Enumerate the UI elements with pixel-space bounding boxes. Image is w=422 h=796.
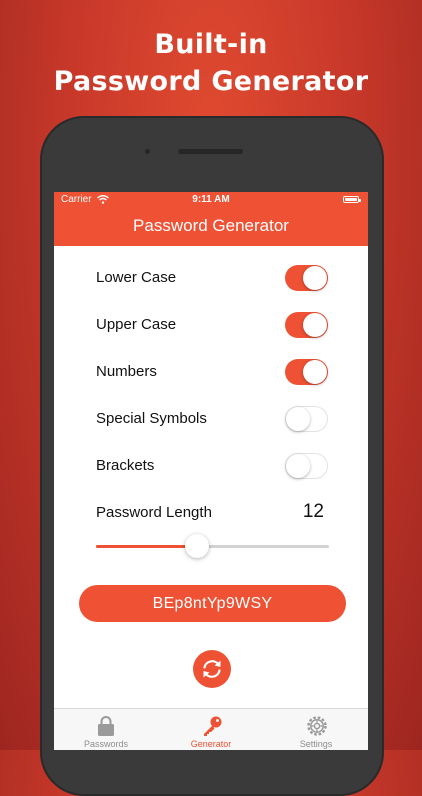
refresh-button[interactable] [193,650,231,688]
special-symbols-toggle[interactable] [285,406,328,432]
slider-thumb[interactable] [185,534,210,558]
toggle-knob [303,313,327,337]
tab-settings[interactable]: Settings [264,709,368,750]
lock-icon [98,716,114,736]
toggle-knob [286,454,310,478]
option-label: Numbers [96,363,157,380]
speaker-grille [178,149,243,154]
tab-label: Settings [299,739,333,749]
option-row-brackets: Brackets [96,451,328,481]
option-label: Brackets [96,457,155,474]
nav-title: Password Generator [133,216,289,235]
tab-label: Passwords [83,739,128,749]
password-length-value: 12 [302,501,324,522]
tab-generator[interactable]: Generator [159,709,263,750]
tab-passwords[interactable]: Passwords [54,709,158,750]
password-length-slider[interactable] [96,534,329,558]
option-row-special-symbols: Special Symbols [96,404,328,434]
brackets-toggle[interactable] [285,453,328,479]
password-length-row: Password Length 12 [96,498,328,528]
upper-case-toggle[interactable] [285,312,328,338]
option-row-lower-case: Lower Case [96,263,328,293]
generated-password: BEp8ntYp9WSY [152,595,273,612]
option-row-numbers: Numbers [96,357,328,387]
option-label: Upper Case [96,316,177,333]
option-label: Lower Case [96,269,177,286]
battery-icon [343,196,361,203]
headline-line-2: Password Generator [53,66,369,97]
headline-line-1: Built-in [154,29,268,60]
camera-icon [145,149,150,154]
promo-headline: Built-in Password Generator [0,26,422,100]
gear-icon [307,716,327,736]
toggle-knob [303,360,327,384]
slider-fill [96,545,198,548]
password-length-label: Password Length [96,504,212,521]
lower-case-toggle[interactable] [285,265,328,291]
status-time: 9:11 AM [192,194,230,205]
option-row-upper-case: Upper Case [96,310,328,340]
tab-bar: Passwords Generator Settings [54,708,368,750]
app-screen: Carrier 9:11 AM Password Generator Lower… [54,192,368,750]
tab-label: Generator [190,739,232,749]
refresh-icon [203,660,221,678]
toggle-knob [303,266,327,290]
generated-password-button[interactable]: BEp8ntYp9WSY [79,585,346,622]
status-bar: Carrier 9:11 AM [54,192,368,208]
option-label: Special Symbols [96,410,207,427]
toggle-knob [286,407,310,431]
nav-bar: Password Generator [54,208,368,246]
numbers-toggle[interactable] [285,359,328,385]
key-icon [204,716,222,736]
